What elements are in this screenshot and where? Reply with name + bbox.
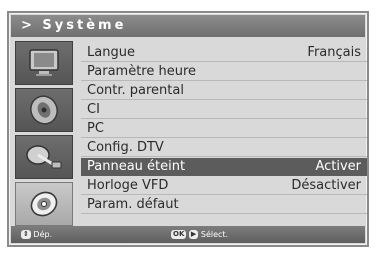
menu-item-panneau-eteint[interactable]: Panneau éteint Activer — [81, 158, 367, 176]
menu-item-label: PC — [87, 121, 104, 136]
menu-item-label: Panneau éteint — [87, 159, 186, 174]
menu-item-langue[interactable]: Langue Français — [81, 44, 367, 62]
page-title: > Système — [11, 15, 365, 37]
category-sidebar — [15, 41, 73, 227]
menu-item-label: Horloge VFD — [87, 178, 169, 193]
menu-item-label: Config. DTV — [87, 140, 164, 155]
ok-key-icon: OK — [171, 230, 187, 239]
menu-item-value: Désactiver — [291, 178, 361, 193]
menu-item-label: CI — [87, 102, 100, 117]
system-menu-window: > Système Langue Français Paramètre heur… — [7, 11, 369, 247]
menu-item-controle-parental[interactable]: Contr. parental — [81, 82, 367, 100]
settings-list: Langue Français Paramètre heure Contr. p… — [81, 44, 367, 215]
select-hint: OK ▶ Sélect. — [171, 226, 228, 243]
disc-icon — [30, 191, 58, 217]
category-system[interactable] — [15, 182, 73, 226]
menu-item-label: Contr. parental — [87, 83, 184, 98]
footer-hint-bar: ⇕ Dép. OK ▶ Sélect. — [11, 226, 365, 243]
menu-item-config-dtv[interactable]: Config. DTV — [81, 139, 367, 157]
category-tv[interactable] — [15, 41, 73, 85]
satellite-dish-icon — [26, 145, 62, 169]
menu-item-label: Param. défaut — [87, 197, 179, 212]
speaker-icon — [30, 95, 58, 125]
move-hint: ⇕ Dép. — [21, 226, 52, 243]
menu-item-label: Langue — [87, 45, 135, 60]
right-arrow-key-icon: ▶ — [188, 230, 199, 239]
move-hint-label: Dép. — [33, 230, 53, 239]
menu-item-value: Activer — [315, 159, 361, 174]
category-installation[interactable] — [15, 135, 73, 179]
menu-item-value: Français — [307, 45, 361, 60]
menu-item-horloge-vfd[interactable]: Horloge VFD Désactiver — [81, 177, 367, 195]
menu-item-parametre-heure[interactable]: Paramètre heure — [81, 63, 367, 81]
menu-item-label: Paramètre heure — [87, 64, 197, 79]
menu-item-param-defaut[interactable]: Param. défaut — [81, 196, 367, 214]
select-hint-label: Sélect. — [200, 230, 229, 239]
menu-item-pc[interactable]: PC — [81, 120, 367, 138]
monitor-icon — [29, 49, 59, 76]
category-audio[interactable] — [15, 88, 73, 132]
updown-key-icon: ⇕ — [21, 230, 31, 239]
menu-item-ci[interactable]: CI — [81, 101, 367, 119]
